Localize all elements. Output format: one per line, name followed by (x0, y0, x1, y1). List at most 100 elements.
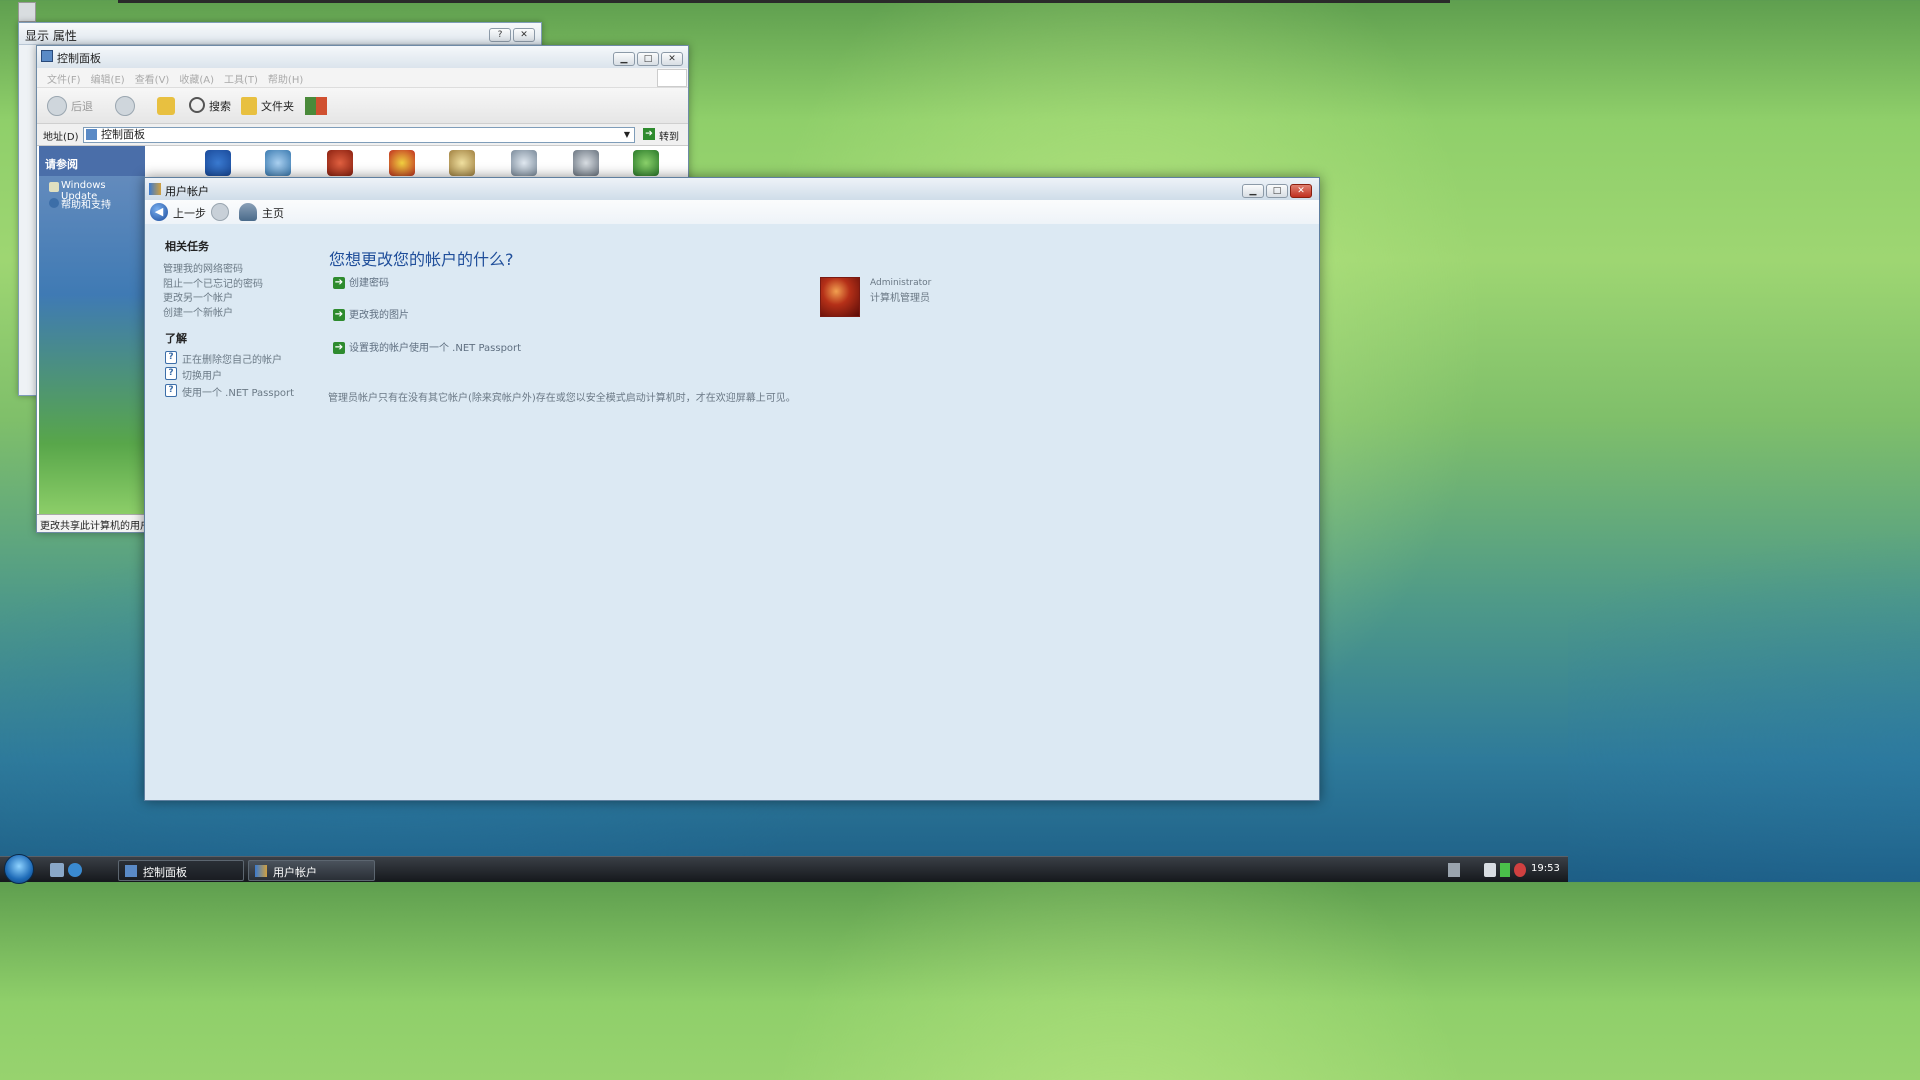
bluetooth-icon[interactable] (205, 150, 231, 176)
menu-bar: 文件(F) 编辑(E) 查看(V) 收藏(A) 工具(T) 帮助(H) (37, 68, 688, 88)
minimize-button[interactable]: ▁ (1242, 184, 1264, 198)
taskbar: 控制面板 用户帐户 19:53 (0, 854, 1568, 884)
menu-view[interactable]: 查看(V) (135, 71, 170, 86)
address-value: 控制面板 (101, 128, 145, 141)
maximize-button[interactable]: □ (637, 52, 659, 66)
close-button[interactable]: ✕ (513, 28, 535, 42)
back-arrow-icon[interactable]: ◀ (150, 203, 168, 221)
menu-help[interactable]: 帮助(H) (268, 71, 303, 86)
phone-modem-icon[interactable] (573, 150, 599, 176)
menu-favorites[interactable]: 收藏(A) (179, 71, 214, 86)
folders-icon (241, 97, 257, 115)
action-change-picture[interactable]: ➔ 更改我的图片 (333, 306, 409, 321)
title-text: 控制面板 (57, 52, 101, 65)
control-panel-icon (125, 865, 137, 877)
related-tasks-header: 相关任务 (165, 240, 209, 253)
internet-options-icon[interactable] (265, 150, 291, 176)
account-name: Administrator (870, 278, 932, 288)
security-shield-icon[interactable] (1514, 863, 1526, 877)
minimize-button[interactable]: ▁ (613, 52, 635, 66)
start-button[interactable] (4, 854, 34, 884)
status-bar: 更改共享此计算机的用户 (37, 514, 145, 532)
security-center-icon[interactable] (389, 150, 415, 176)
menu-file[interactable]: 文件(F) (47, 71, 81, 86)
search-icon (189, 97, 205, 113)
control-panel-icon-grid (185, 146, 685, 180)
portable-media-icon[interactable] (449, 150, 475, 176)
forward-button[interactable] (211, 203, 229, 221)
help-question-icon: ? (165, 351, 177, 364)
help-button[interactable]: ? (489, 28, 511, 42)
task-link-forgotten-password[interactable]: 阻止一个已忘记的密码 (163, 275, 263, 290)
close-button[interactable]: ✕ (1290, 184, 1312, 198)
home-users-icon (239, 203, 257, 221)
page-title: 您想更改您的帐户的什么? (329, 250, 514, 269)
keyboard-icon[interactable] (1448, 863, 1460, 877)
views-icon[interactable] (305, 97, 327, 115)
clock[interactable]: 19:53 (1531, 863, 1560, 874)
home-button[interactable]: 主页 (262, 205, 284, 221)
control-panel-icon (86, 129, 97, 140)
admin-visibility-note: 管理员帐户只有在没有其它帐户(除来宾帐户外)存在或您以安全模式启动计算机时，才在… (328, 393, 796, 404)
taskbar-button-user-accounts[interactable]: 用户帐户 (248, 860, 375, 881)
nav-bar: ◀ 上一步 主页 (145, 200, 1319, 224)
firewall-icon[interactable] (327, 150, 353, 176)
user-accounts-icon (149, 183, 161, 195)
search-button[interactable]: 搜索 (209, 98, 231, 114)
volume-icon[interactable] (1484, 863, 1496, 877)
help-question-icon: ? (165, 384, 177, 397)
back-button[interactable]: 后退 (71, 98, 93, 114)
taskbar-button-label: 用户帐户 (273, 866, 317, 879)
action-create-password[interactable]: ➔ 创建密码 (333, 274, 389, 289)
up-folder-icon[interactable] (157, 97, 175, 115)
action-label: 更改我的图片 (349, 310, 409, 321)
help-icon (49, 198, 59, 208)
learn-link-net-passport[interactable]: 使用一个 .NET Passport (182, 384, 294, 399)
taskbar-button-control-panel[interactable]: 控制面板 (118, 860, 244, 881)
help-question-icon: ? (165, 367, 177, 380)
related-tasks-sidebar: 相关任务 管理我的网络密码 阻止一个已忘记的密码 更改另一个帐户 创建一个新帐户… (145, 224, 315, 800)
taskbar-button-label: 控制面板 (143, 866, 187, 879)
network-icon[interactable] (1500, 863, 1510, 877)
back-arrow-icon[interactable] (47, 96, 67, 116)
power-options-icon[interactable] (633, 150, 659, 176)
title-text: 用户帐户 (165, 185, 209, 198)
close-button[interactable]: ✕ (661, 52, 683, 66)
desktop-icons-strip (0, 0, 36, 400)
go-arrow-icon: ➔ (643, 128, 655, 140)
see-also-link-help[interactable]: 帮助和支持 (61, 196, 111, 211)
user-accounts-window[interactable]: 用户帐户 ▁ □ ✕ ◀ 上一步 主页 相关任务 管理我的网络密码 阻止一个已忘… (144, 177, 1320, 801)
address-bar: 地址(D) 控制面板 ▼ ➔ 转到 (37, 124, 688, 146)
forward-button[interactable] (115, 96, 135, 116)
back-button[interactable]: 上一步 (173, 205, 206, 221)
green-arrow-icon: ➔ (333, 309, 345, 321)
printers-icon[interactable] (511, 150, 537, 176)
chevron-down-icon[interactable]: ▼ (624, 128, 630, 142)
internet-explorer-icon[interactable] (68, 863, 82, 877)
show-desktop-icon[interactable] (50, 863, 64, 877)
task-link-network-passwords[interactable]: 管理我的网络密码 (163, 260, 243, 275)
account-picture (820, 277, 860, 317)
task-link-create-account[interactable]: 创建一个新帐户 (163, 304, 233, 319)
learn-header: 了解 (165, 332, 187, 345)
green-arrow-icon: ➔ (333, 342, 345, 354)
go-button[interactable]: 转到 (659, 128, 679, 143)
windows-logo-icon (657, 69, 687, 87)
address-label: 地址(D) (43, 132, 79, 143)
action-label: 创建密码 (349, 278, 389, 289)
menu-edit[interactable]: 编辑(E) (91, 71, 125, 86)
address-input[interactable]: 控制面板 ▼ (83, 127, 635, 143)
task-link-change-other-account[interactable]: 更改另一个帐户 (163, 289, 233, 304)
learn-link-delete-account[interactable]: 正在删除您自己的帐户 (182, 351, 282, 366)
maximize-button[interactable]: □ (1266, 184, 1288, 198)
action-set-net-passport[interactable]: ➔ 设置我的帐户使用一个 .NET Passport (333, 339, 521, 354)
action-label: 设置我的帐户使用一个 .NET Passport (349, 343, 522, 354)
folders-button[interactable]: 文件夹 (261, 98, 294, 114)
toolbar: 后退 搜索 文件夹 (37, 88, 688, 124)
desktop-icon[interactable] (18, 2, 36, 22)
menu-tools[interactable]: 工具(T) (224, 71, 258, 86)
learn-link-switch-users[interactable]: 切换用户 (182, 367, 222, 382)
green-arrow-icon: ➔ (333, 277, 345, 289)
window-title: 控制面板 (37, 46, 688, 68)
window-title: 用户帐户 (145, 178, 1319, 200)
